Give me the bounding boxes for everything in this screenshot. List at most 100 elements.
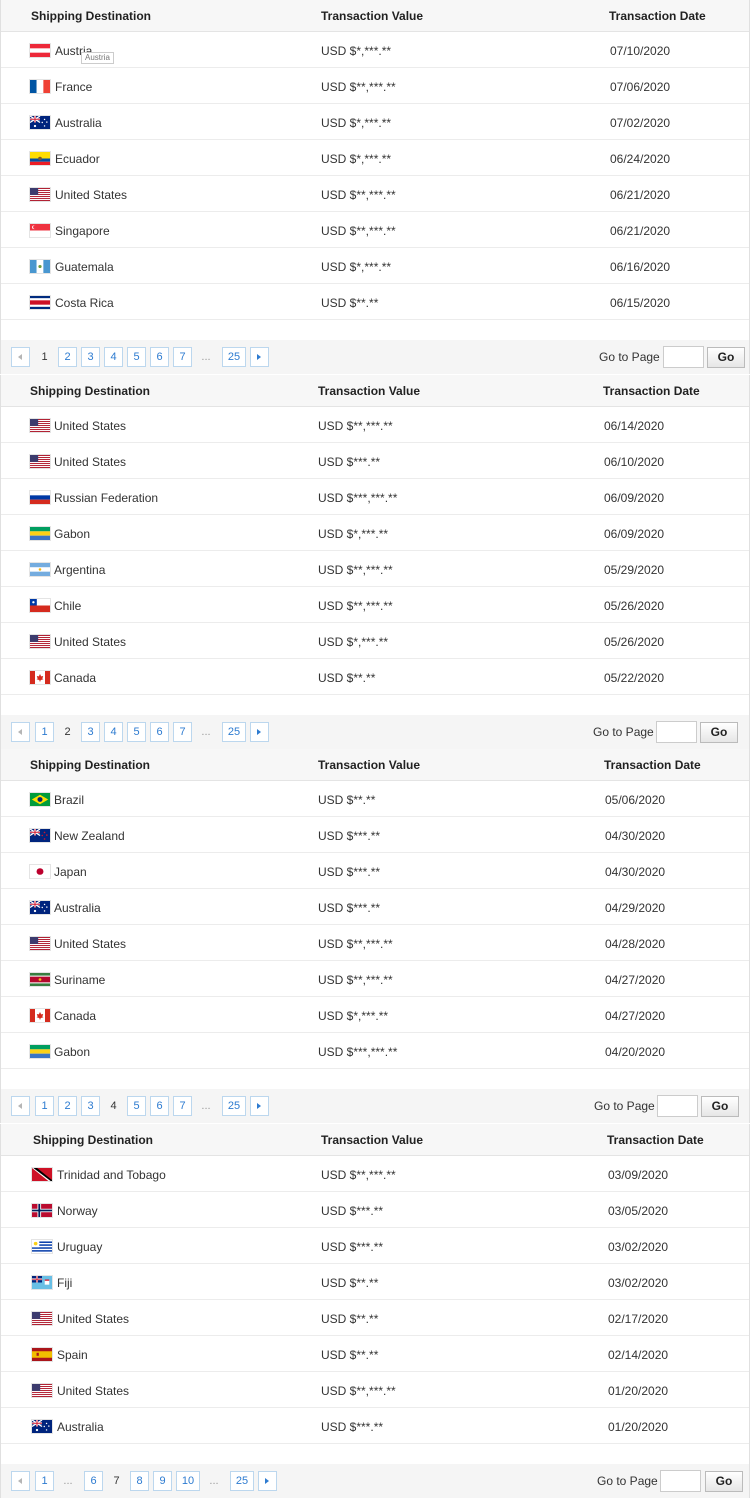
goto-page-input[interactable]: [663, 346, 704, 368]
prev-page-button[interactable]: [11, 347, 30, 367]
value-cell: USD $**,***.**: [321, 1384, 396, 1398]
page-button-3[interactable]: 3: [81, 347, 100, 367]
page-button-3[interactable]: 3: [81, 1096, 100, 1116]
page-button-4[interactable]: 4: [104, 347, 123, 367]
canada-flag-icon: [29, 1008, 51, 1023]
destination-cell: Chile: [54, 599, 82, 613]
page-button-8[interactable]: 8: [130, 1471, 149, 1491]
costarica-flag-icon: [29, 295, 51, 310]
table-row: Canada USD $**.** 05/22/2020: [1, 659, 749, 695]
canada-flag-icon: [29, 670, 51, 685]
go-button[interactable]: Go: [707, 347, 745, 368]
suriname-flag-icon: [29, 972, 51, 987]
value-cell: USD $**,***.**: [318, 419, 393, 433]
table-row: United States USD $**,***.** 06/14/2020: [1, 407, 749, 443]
austria-flag-icon: [29, 43, 51, 58]
page-button-7[interactable]: 7: [173, 722, 192, 742]
date-cell: 04/28/2020: [605, 937, 666, 951]
table-row: United States USD $**,***.** 06/21/2020: [1, 176, 749, 212]
norway-flag-icon: [31, 1203, 53, 1218]
date-cell: 04/30/2020: [605, 829, 666, 843]
page-button-1[interactable]: 1: [35, 1471, 54, 1491]
page-button-3[interactable]: 3: [81, 722, 100, 742]
page-button-7[interactable]: 7: [173, 1096, 192, 1116]
page-button-6[interactable]: 6: [150, 722, 169, 742]
page-button-1[interactable]: 1: [35, 722, 54, 742]
next-page-button[interactable]: [250, 722, 269, 742]
page-button-25[interactable]: 25: [230, 1471, 254, 1491]
date-cell: 03/09/2020: [608, 1168, 669, 1182]
goto-page-input[interactable]: [660, 1470, 701, 1492]
value-cell: USD $***.**: [318, 865, 381, 879]
date-cell: 06/15/2020: [610, 296, 671, 310]
goto-page-input[interactable]: [656, 721, 697, 743]
value-cell: USD $***.**: [318, 901, 381, 915]
page-button-25[interactable]: 25: [222, 347, 246, 367]
page-button-25[interactable]: 25: [222, 1096, 246, 1116]
current-page: 7: [113, 1475, 120, 1487]
prev-page-button[interactable]: [11, 1471, 30, 1491]
tooltip: Austria: [81, 52, 114, 64]
value-cell: USD $***,***.**: [318, 1045, 398, 1059]
page-ellipsis: ...: [201, 1100, 211, 1112]
go-button[interactable]: Go: [705, 1471, 743, 1492]
prev-page-button[interactable]: [11, 722, 30, 742]
table-row: New Zealand USD $***.** 04/30/2020: [1, 817, 749, 853]
date-cell: 07/06/2020: [610, 80, 671, 94]
chevron-left-icon: [18, 729, 22, 735]
table-row: Australia USD $***.** 01/20/2020: [1, 1408, 749, 1444]
page-ellipsis: ...: [209, 1475, 219, 1487]
us-flag-icon: [29, 634, 51, 649]
guatemala-flag-icon: [29, 259, 51, 274]
us-flag-icon: [29, 187, 51, 202]
page-button-2[interactable]: 2: [58, 1096, 77, 1116]
page-button-5[interactable]: 5: [127, 1096, 146, 1116]
date-cell: 05/22/2020: [604, 671, 665, 685]
date-cell: 04/27/2020: [605, 1009, 666, 1023]
page-button-25[interactable]: 25: [222, 722, 246, 742]
goto-page-input[interactable]: [657, 1095, 698, 1117]
value-cell: USD $**.**: [321, 1276, 379, 1290]
destination-cell: Ecuador: [55, 152, 100, 166]
us-flag-icon: [29, 936, 51, 951]
page-button-6[interactable]: 6: [84, 1471, 103, 1491]
us-flag-icon: [29, 418, 51, 433]
page-button-5[interactable]: 5: [127, 722, 146, 742]
page-button-6[interactable]: 6: [150, 1096, 169, 1116]
column-header-date: Transaction Date: [603, 384, 700, 398]
table-row: United States USD $**.** 02/17/2020: [1, 1300, 749, 1336]
destination-cell: Australia: [57, 1420, 104, 1434]
value-cell: USD $**.**: [318, 671, 376, 685]
next-page-button[interactable]: [250, 347, 269, 367]
page-button-7[interactable]: 7: [173, 347, 192, 367]
next-page-button[interactable]: [258, 1471, 277, 1491]
chevron-left-icon: [18, 1103, 22, 1109]
page-button-10[interactable]: 10: [176, 1471, 200, 1491]
destination-cell: Trinidad and Tobago: [57, 1168, 166, 1182]
table-row: Guatemala USD $*,***.** 06/16/2020: [1, 248, 749, 284]
table-row: Costa Rica USD $**.** 06/15/2020: [1, 284, 749, 320]
page-ellipsis: ...: [201, 726, 211, 738]
page-button-4[interactable]: 4: [104, 722, 123, 742]
destination-cell: Spain: [57, 1348, 88, 1362]
date-cell: 01/20/2020: [608, 1420, 669, 1434]
page-button-9[interactable]: 9: [153, 1471, 172, 1491]
pagination: 1... 6 7 8 9 10... 25 Go to Page Go: [1, 1464, 749, 1498]
page-button-2[interactable]: 2: [58, 347, 77, 367]
destination-cell: Costa Rica: [55, 296, 114, 310]
destination-cell: United States: [57, 1384, 130, 1398]
chevron-right-icon: [257, 729, 261, 735]
table-row: Fiji USD $**.** 03/02/2020: [1, 1264, 749, 1300]
pagination: 1 2 3 4 5 6 7... 25 Go to Page Go: [1, 715, 749, 749]
page-button-1[interactable]: 1: [35, 1096, 54, 1116]
go-button[interactable]: Go: [700, 722, 738, 743]
destination-cell: Uruguay: [57, 1240, 103, 1254]
page-button-5[interactable]: 5: [127, 347, 146, 367]
next-page-button[interactable]: [250, 1096, 269, 1116]
page-button-6[interactable]: 6: [150, 347, 169, 367]
prev-page-button[interactable]: [11, 1096, 30, 1116]
goto-page-label: Go to Page: [594, 1099, 655, 1113]
value-cell: USD $*,***.**: [318, 527, 389, 541]
value-cell: USD $**.**: [321, 1312, 379, 1326]
go-button[interactable]: Go: [701, 1096, 739, 1117]
